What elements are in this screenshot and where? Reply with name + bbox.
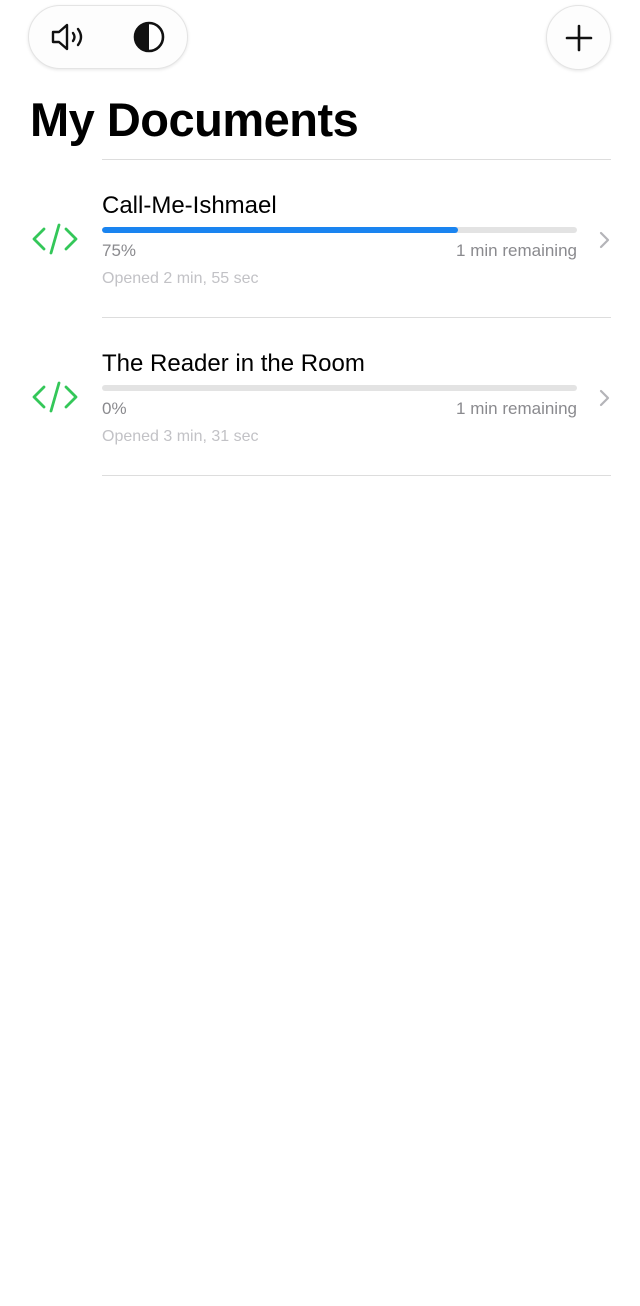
divider: [102, 475, 611, 476]
progress-bar: [102, 385, 577, 391]
plus-icon: [565, 24, 592, 51]
document-title: Call-Me-Ishmael: [102, 192, 277, 219]
opened-time: Opened 2 min, 55 sec: [102, 270, 259, 287]
page-title: My Documents: [30, 93, 359, 146]
document-list: Call-Me-Ishmael 75% 1 min remaining Open…: [0, 159, 640, 476]
contrast-button[interactable]: [129, 17, 169, 57]
progress-fill: [102, 227, 459, 233]
contrast-icon: [133, 21, 165, 53]
add-document-button[interactable]: [546, 5, 611, 70]
speaker-icon: [51, 23, 83, 51]
document-row[interactable]: The Reader in the Room 0% 1 min remainin…: [0, 318, 640, 475]
opened-time: Opened 3 min, 31 sec: [102, 428, 259, 445]
progress-bar: [102, 227, 577, 233]
code-icon: [32, 381, 78, 413]
toolbar-pill: [28, 5, 188, 69]
progress-percent: 0%: [102, 399, 127, 418]
time-remaining: 1 min remaining: [456, 241, 577, 260]
chevron-right-icon: [599, 231, 610, 249]
chevron-right-icon: [599, 389, 610, 407]
document-title: The Reader in the Room: [102, 350, 365, 377]
document-row[interactable]: Call-Me-Ishmael 75% 1 min remaining Open…: [0, 160, 640, 317]
time-remaining: 1 min remaining: [456, 399, 577, 418]
progress-percent: 75%: [102, 241, 137, 260]
speaker-button[interactable]: [49, 17, 89, 57]
code-icon: [32, 223, 78, 255]
